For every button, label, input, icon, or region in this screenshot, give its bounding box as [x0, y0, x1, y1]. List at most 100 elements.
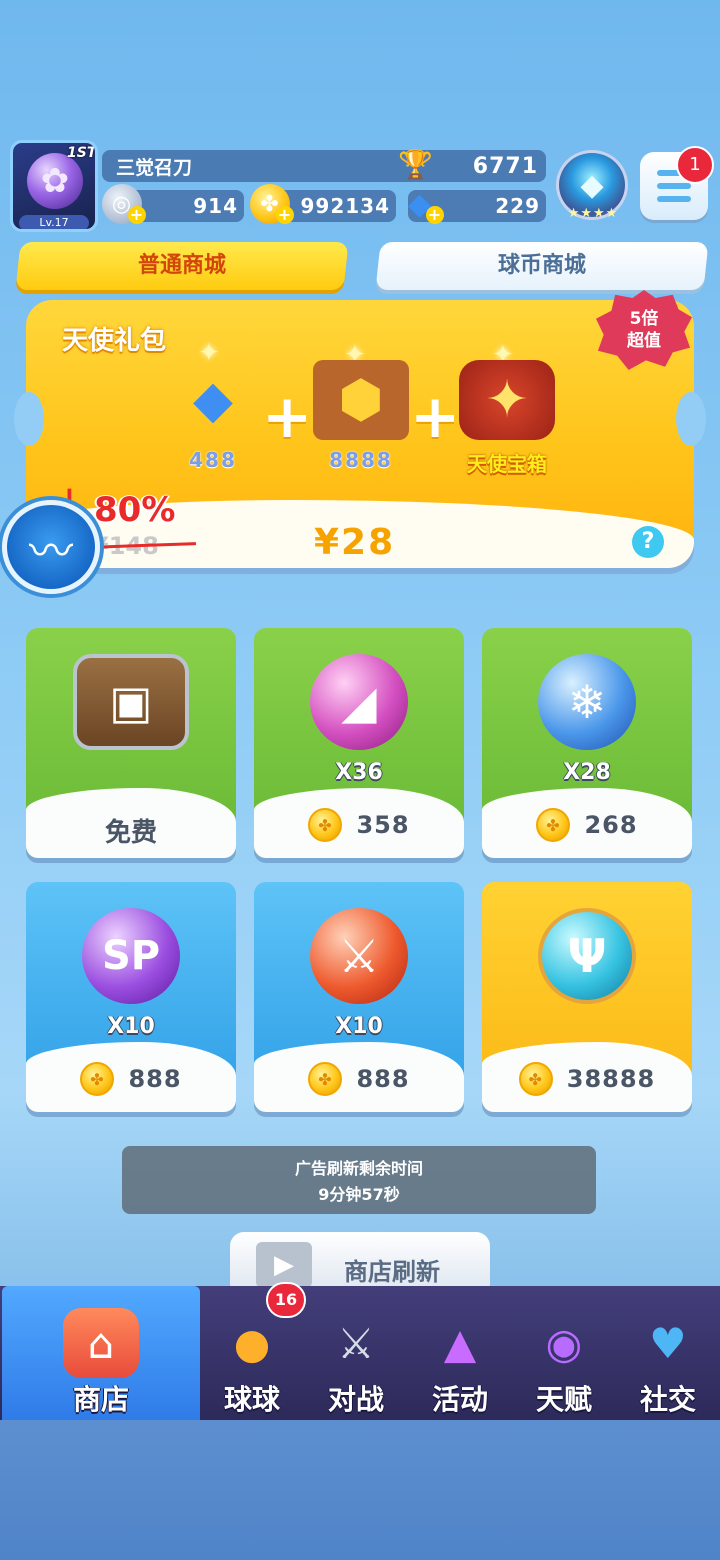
pack-item-angel-chest: ✦ 天使宝箱 — [452, 350, 562, 480]
nav-talent-label: 天赋 — [535, 1383, 592, 1416]
item-quantity: X28 — [563, 760, 611, 785]
ad-refresh-countdown: 9分钟57秒 — [318, 1185, 400, 1204]
pack-price[interactable]: ¥28 — [314, 522, 395, 563]
coin-icon: ✤ — [308, 1062, 343, 1096]
diamonds-bar[interactable]: ◆ + 229 — [408, 187, 546, 224]
menu-notification-badge: 1 — [676, 146, 714, 184]
rank-stars-icon: ★★★★ — [567, 206, 619, 221]
coins-value: 992134 — [300, 194, 390, 218]
bottom-navigation: ⌂ 商店 ● 球球 ⚔ 对战 ▲ 活动 ◉ 天赋 ♥ 社交 — [0, 1286, 720, 1420]
item-price-value: 358 — [356, 811, 410, 839]
diamond-icon: ◆ + — [407, 186, 444, 224]
tab-normal-shop-label: 普通商城 — [137, 253, 226, 278]
menu-line-icon — [657, 196, 691, 202]
nav-events[interactable]: ▲ 活动 — [408, 1286, 512, 1420]
nav-battle-label: 对战 — [327, 1383, 384, 1416]
coin-chest-icon: ⬢ — [313, 360, 409, 440]
nav-talent[interactable]: ◉ 天赋 — [512, 1286, 616, 1420]
shop-icon: ⌂ — [63, 1308, 139, 1378]
nav-events-label: 活动 — [431, 1383, 488, 1416]
item-price-value: 888 — [128, 1065, 182, 1093]
value-badge-line1: 5倍 — [629, 309, 659, 329]
currency-a-bar[interactable]: ◎ + 914 — [102, 184, 244, 224]
shop-item-ice-ball[interactable]: ❄ X28 ✤ 268 — [482, 628, 692, 858]
balls-icon: ● — [233, 1318, 271, 1368]
pack-item-coins: ⬢ 8888 — [306, 350, 416, 480]
treasure-chest-icon: ▣ — [73, 654, 189, 750]
player-level: Lv.17 — [19, 215, 89, 229]
item-price: ✤ 358 — [254, 808, 464, 842]
balls-notification-badge: 16 — [266, 1282, 306, 1318]
diamond-pile-icon: ◆ — [193, 370, 233, 430]
angel-chest-icon: ✦ — [459, 360, 555, 440]
trophy-icon: 🏆 — [398, 148, 433, 181]
discount-percent: 80% — [94, 490, 176, 530]
currency-a-value: 914 — [193, 194, 238, 218]
coin-icon: ✤ — [536, 808, 571, 842]
player-name-bar[interactable]: 三觉召刀 🏆 6771 — [102, 148, 546, 182]
tab-normal-shop[interactable]: 普通商城 — [15, 242, 349, 290]
shop-item-free-chest[interactable]: ▣ 免费 — [26, 628, 236, 858]
coin-icon: ✤ — [308, 808, 343, 842]
pack-item-angel-chest-label: 天使宝箱 — [467, 452, 547, 476]
chat-heart-icon: ♥ — [649, 1318, 687, 1368]
nav-balls-label: 球球 — [223, 1383, 280, 1416]
angel-pack-title: 天使礼包 — [62, 326, 167, 356]
nav-social[interactable]: ♥ 社交 — [616, 1286, 720, 1420]
diamonds-value: 229 — [495, 194, 540, 218]
tab-ball-coin-shop[interactable]: 球币商城 — [375, 242, 709, 290]
shop-item-sp-ball[interactable]: SP X10 ✤ 888 — [26, 882, 236, 1112]
help-icon[interactable]: ? — [632, 526, 664, 558]
pack-notch — [14, 392, 44, 446]
coin-icon: ✤ — [518, 1062, 553, 1096]
pack-notch — [676, 392, 706, 446]
whale-float-button[interactable]: 〰 — [2, 500, 100, 594]
ad-refresh-title: 广告刷新剩余时间 — [294, 1159, 423, 1178]
tab-ball-coin-shop-label: 球币商城 — [497, 253, 586, 278]
item-quantity: X10 — [107, 1014, 155, 1039]
ad-refresh-timer: 广告刷新剩余时间 9分钟57秒 — [122, 1146, 596, 1214]
item-price: ✤ 268 — [482, 808, 692, 842]
shop-item-sword-ball[interactable]: ⚔ X10 ✤ 888 — [254, 882, 464, 1112]
shop-item-trident-ball[interactable]: Ψ ✤ 38888 — [482, 882, 692, 1112]
snowflake-ball-icon: ❄ — [538, 654, 636, 750]
item-price: ✤ 888 — [26, 1062, 236, 1096]
trident-ball-icon: Ψ — [538, 908, 636, 1004]
sword-ball-icon: ⚔ — [310, 908, 408, 1004]
add-coins-icon[interactable]: + — [276, 206, 294, 224]
free-label: 免费 — [104, 818, 157, 848]
bottom-background — [0, 1420, 720, 1560]
plus-icon: + — [262, 382, 313, 452]
item-quantity: X10 — [335, 1014, 383, 1039]
nav-battle[interactable]: ⚔ 对战 — [304, 1286, 408, 1420]
item-quantity: X36 — [335, 760, 383, 785]
shop-item-pink-ball[interactable]: ◢ X36 ✤ 358 — [254, 628, 464, 858]
pink-ball-icon: ◢ — [310, 654, 408, 750]
clover-avatar-icon: ✿ — [27, 153, 83, 209]
coins-bar[interactable]: ✤ + 992134 — [250, 184, 396, 224]
item-price-value: 268 — [584, 811, 638, 839]
coin-icon: ✤ — [80, 1062, 115, 1096]
pack-item-diamonds: ◆ 488 — [158, 350, 268, 480]
add-diamonds-icon[interactable]: + — [426, 206, 444, 224]
nav-shop-label: 商店 — [72, 1383, 129, 1416]
player-name: 三觉召刀 — [116, 156, 193, 179]
nav-social-label: 社交 — [639, 1383, 696, 1416]
party-popper-icon: ▲ — [443, 1318, 477, 1368]
trophy-score: 6771 — [472, 153, 538, 179]
item-price-value: 888 — [356, 1065, 410, 1093]
gold-coin-icon: ✤ + — [250, 184, 294, 224]
add-currency-icon[interactable]: + — [128, 206, 146, 224]
item-price: ✤ 888 — [254, 1062, 464, 1096]
menu-line-icon — [657, 183, 691, 189]
value-badge-line2: 超值 — [627, 331, 661, 351]
nav-shop[interactable]: ⌂ 商店 — [2, 1286, 200, 1420]
sp-ball-icon: SP — [82, 908, 180, 1004]
pack-item-diamonds-label: 488 — [189, 448, 237, 472]
crossed-swords-icon: ⚔ — [337, 1318, 375, 1368]
silver-token-icon: ◎ + — [102, 184, 146, 224]
item-price-value: 38888 — [566, 1065, 656, 1093]
avatar-rank-badge: 1ST — [67, 145, 97, 161]
whale-icon: 〰 — [29, 526, 73, 577]
player-avatar[interactable]: ✿ 1ST Lv.17 — [10, 140, 98, 232]
